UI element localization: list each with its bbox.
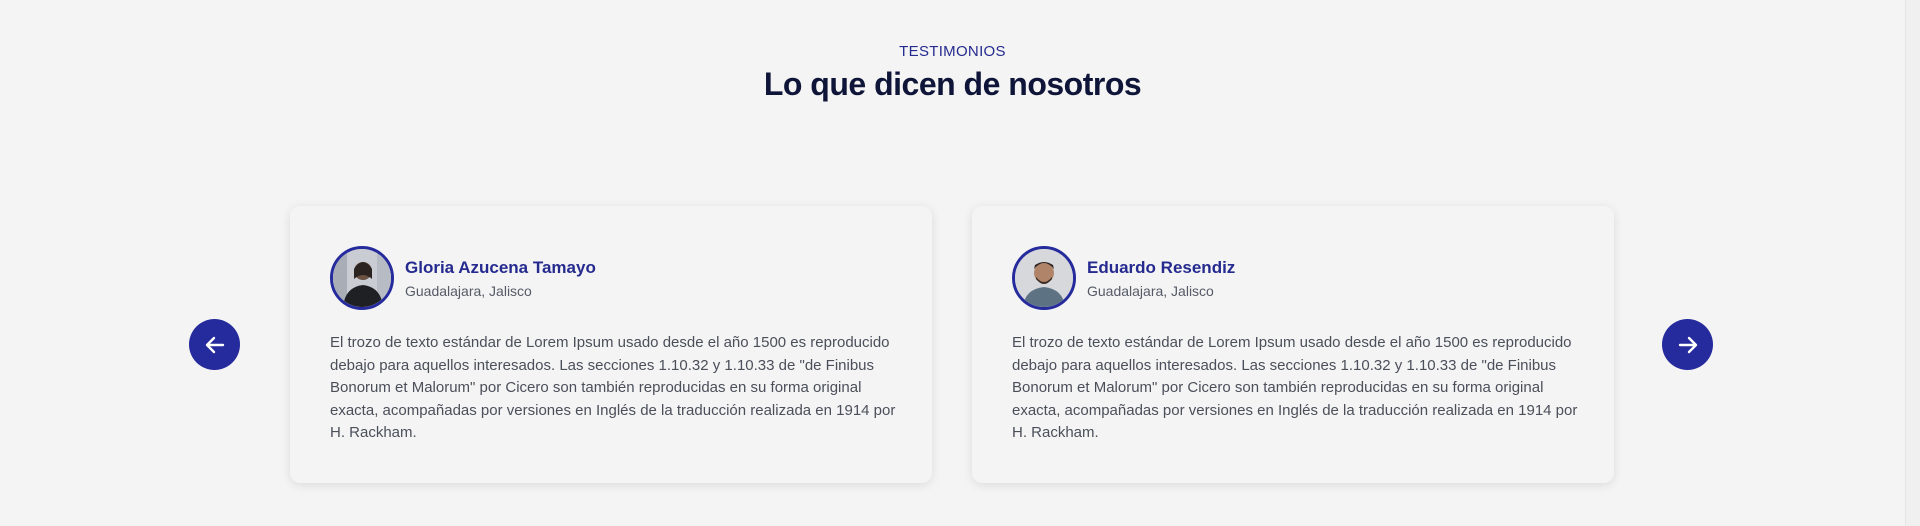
avatar (330, 246, 394, 310)
testimonial-name: Gloria Azucena Tamayo (405, 258, 596, 277)
carousel-prev-button[interactable] (189, 319, 240, 370)
testimonial-name: Eduardo Resendiz (1087, 258, 1236, 277)
arrow-right-icon (1678, 336, 1697, 353)
avatar (1012, 246, 1076, 310)
arrow-left-icon (205, 336, 224, 353)
testimonial-card: Gloria Azucena Tamayo Guadalajara, Jalis… (290, 206, 932, 483)
page-scrollbar[interactable] (1905, 0, 1920, 526)
section-eyebrow: TESTIMONIOS (899, 43, 1006, 60)
testimonial-text: El trozo de texto estándar de Lorem Ipsu… (1012, 334, 1578, 441)
carousel-next-button[interactable] (1662, 319, 1713, 370)
testimonial-location: Guadalajara, Jalisco (1087, 283, 1214, 299)
section-title: Lo que dicen de nosotros (763, 66, 1142, 102)
testimonial-text: El trozo de texto estándar de Lorem Ipsu… (330, 334, 896, 441)
testimonial-card: Eduardo Resendiz Guadalajara, Jalisco El… (972, 206, 1614, 483)
testimonials-section: TESTIMONIOS Lo que dicen de nosotros Glo… (0, 0, 1920, 526)
testimonial-location: Guadalajara, Jalisco (405, 283, 532, 299)
